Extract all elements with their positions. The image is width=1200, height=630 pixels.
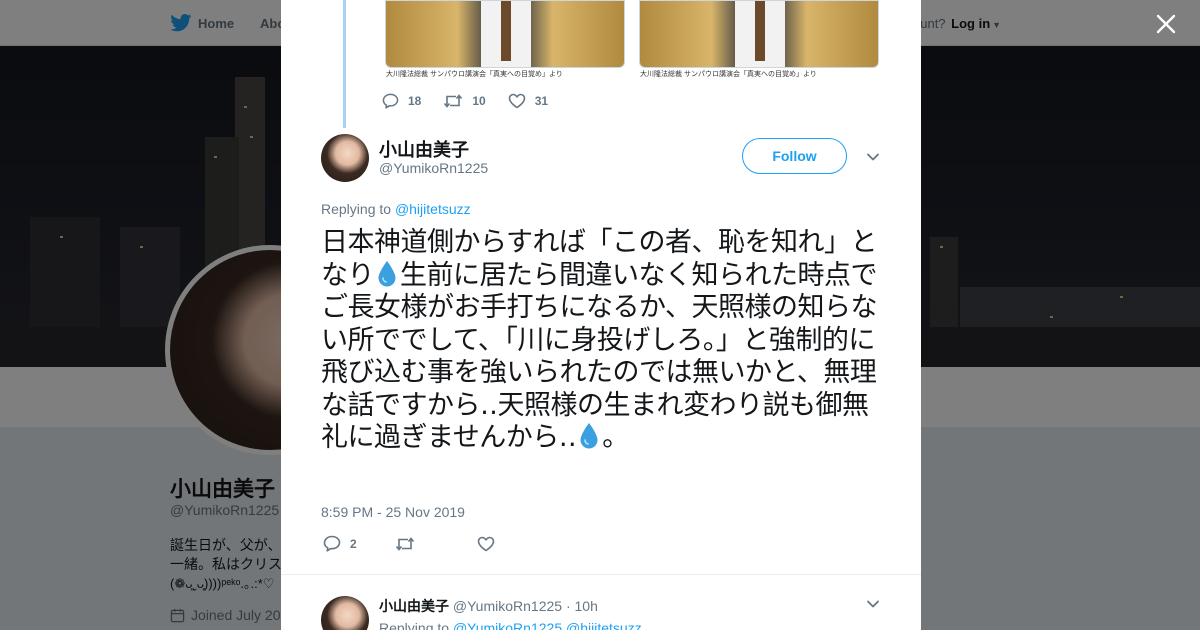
reply-action[interactable]: 2 xyxy=(323,535,357,552)
like-action[interactable] xyxy=(477,536,495,552)
reply-count: 18 xyxy=(408,94,422,108)
chevron-down-icon[interactable] xyxy=(866,150,880,164)
reply-icon xyxy=(382,93,399,109)
tweet-text: 日本神道側からすれば「この者、恥を知れ」となり 生前に居たら間違いなく知られた時点… xyxy=(321,227,885,455)
tweet-photo[interactable] xyxy=(385,0,625,68)
tweet-photo[interactable] xyxy=(639,0,879,68)
author-avatar[interactable] xyxy=(321,134,369,182)
retweet-action[interactable]: 10 xyxy=(443,93,486,109)
follow-button[interactable]: Follow xyxy=(742,138,847,174)
replying-to-prefix: Replying to xyxy=(321,201,392,217)
reply-count: 2 xyxy=(350,536,357,551)
photo-caption: 大川隆法総裁 サンパウロ講演会「真実への目覚め」より xyxy=(640,71,817,78)
retweet-count: 10 xyxy=(472,94,486,108)
author-name[interactable]: 小山由美子 xyxy=(379,136,469,162)
tweet-text-part: 。 xyxy=(602,422,629,453)
retweet-icon xyxy=(395,536,414,551)
heart-icon xyxy=(477,536,494,551)
author-handle[interactable]: @YumikoRn1225 xyxy=(379,160,488,176)
reply-replying-to: Replying to @YumikoRn1225 @hijitetsuzz xyxy=(379,620,642,630)
replying-to-prefix: Replying to xyxy=(379,620,450,630)
like-count: 31 xyxy=(534,94,549,108)
reply-time[interactable]: · 10h xyxy=(566,598,598,614)
retweet-icon xyxy=(444,94,463,108)
tweet-permalink-modal: 大川隆法総裁 サンパウロ講演会「真実への目覚め」より 大川隆法総裁 サンパウロ講… xyxy=(281,0,921,630)
close-icon[interactable] xyxy=(1153,11,1179,37)
droplet-emoji-icon xyxy=(580,423,598,449)
chevron-down-icon[interactable] xyxy=(866,597,880,611)
reply-author-avatar[interactable] xyxy=(321,596,369,630)
retweet-action[interactable] xyxy=(395,536,415,552)
tweet-timestamp[interactable]: 8:59 PM - 25 Nov 2019 xyxy=(321,504,465,520)
photo-caption: 大川隆法総裁 サンパウロ講演会「真実への目覚め」より xyxy=(386,71,563,78)
tweet-actions: 2 xyxy=(323,535,533,552)
reply-icon xyxy=(323,535,341,552)
reply-divider xyxy=(281,574,921,575)
reply-action[interactable]: 18 xyxy=(382,93,421,109)
replying-to-link[interactable]: @hijitetsuzz xyxy=(566,620,642,630)
reply-header: 小山由美子 @YumikoRn1225 · 10h xyxy=(379,596,598,616)
reply-author-handle[interactable]: @YumikoRn1225 xyxy=(453,598,562,614)
heart-icon xyxy=(508,93,526,109)
like-action[interactable]: 31 xyxy=(508,93,548,109)
replying-to-link[interactable]: @hijitetsuzz xyxy=(395,201,471,217)
previous-tweet-actions: 18 10 31 xyxy=(382,93,570,109)
replying-to-link[interactable]: @YumikoRn1225 xyxy=(453,620,562,630)
thread-connector xyxy=(343,0,346,128)
replying-to: Replying to @hijitetsuzz xyxy=(321,201,471,217)
reply-author-name[interactable]: 小山由美子 xyxy=(379,598,449,614)
droplet-emoji-icon xyxy=(378,260,396,286)
